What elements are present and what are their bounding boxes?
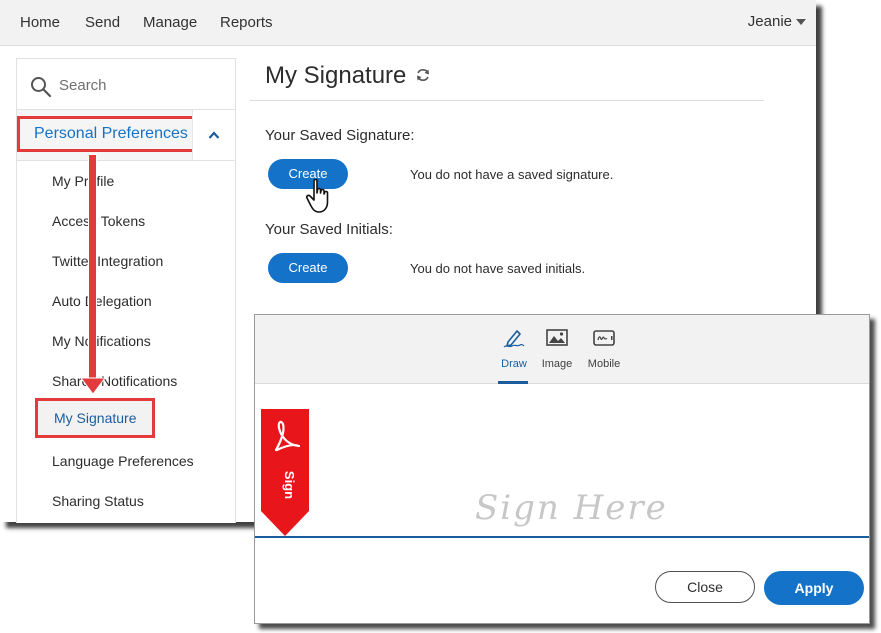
tab-mobile-label: Mobile (587, 358, 621, 370)
chevron-up-icon (208, 131, 220, 139)
signature-dialog: Draw Image Mobile Sign Sign Here Close A… (254, 314, 870, 624)
signature-status-text: You do not have a saved signature. (410, 167, 614, 182)
search-icon (31, 77, 52, 98)
apply-button[interactable]: Apply (764, 571, 864, 605)
saved-signature-label: Your Saved Signature: (265, 127, 415, 144)
collapse-button[interactable] (192, 110, 235, 160)
section-header: Personal Preferences (17, 110, 235, 161)
search-input[interactable] (57, 73, 231, 97)
top-navigation: Home Send Manage Reports Jeanie (0, 0, 816, 46)
sign-here-placeholder: Sign Here (475, 488, 668, 528)
sidebar-item-sharing-status[interactable]: Sharing Status (52, 493, 144, 509)
sidebar-item-twitter-integration[interactable]: Twitter Integration (52, 253, 163, 269)
close-button[interactable]: Close (655, 571, 755, 603)
user-menu[interactable]: Jeanie (748, 13, 806, 30)
title-divider (250, 100, 764, 101)
sidebar-item-my-notifications[interactable]: My Notifications (52, 333, 151, 349)
mobile-signature-icon (593, 330, 615, 346)
tab-image[interactable]: Image (532, 327, 582, 370)
refresh-icon[interactable] (415, 67, 431, 83)
sign-ribbon-text: Sign (282, 471, 297, 499)
page-title: My Signature (265, 62, 407, 89)
create-initials-button[interactable]: Create (268, 253, 348, 283)
tab-mobile[interactable]: Mobile (579, 327, 629, 370)
sidebar-item-shared-notifications[interactable]: Shared Notifications (52, 373, 177, 389)
saved-initials-label: Your Saved Initials: (265, 221, 393, 238)
nav-send[interactable]: Send (85, 14, 120, 31)
tab-image-label: Image (541, 358, 573, 370)
nav-manage[interactable]: Manage (143, 14, 197, 31)
sidebar-item-auto-delegation[interactable]: Auto Delegation (52, 293, 152, 309)
search-box (17, 59, 235, 110)
nav-reports[interactable]: Reports (220, 14, 273, 31)
sidebar-item-access-tokens[interactable]: Access Tokens (52, 213, 145, 229)
sign-flag-icon: Sign (261, 409, 309, 536)
sidebar-item-language-preferences[interactable]: Language Preferences (52, 453, 194, 469)
annotation-arrow-shaft (88, 154, 97, 382)
sidebar: Personal Preferences My Profile Access T… (16, 58, 236, 523)
image-icon (546, 329, 568, 346)
sidebar-item-my-profile[interactable]: My Profile (52, 173, 114, 189)
initials-status-text: You do not have saved initials. (410, 261, 586, 276)
sign-ribbon: Sign (261, 409, 311, 542)
pen-draw-icon (503, 330, 525, 348)
chevron-down-icon (796, 19, 806, 26)
signature-method-tabs: Draw Image Mobile (255, 315, 869, 384)
sidebar-item-my-signature[interactable]: My Signature (35, 398, 156, 438)
user-name: Jeanie (747, 13, 792, 30)
nav-home[interactable]: Home (20, 14, 60, 31)
annotation-arrow-head-icon (80, 377, 106, 395)
hand-cursor-icon (305, 178, 329, 213)
signature-line (255, 536, 869, 538)
section-title-personal-preferences[interactable]: Personal Preferences (17, 116, 199, 152)
